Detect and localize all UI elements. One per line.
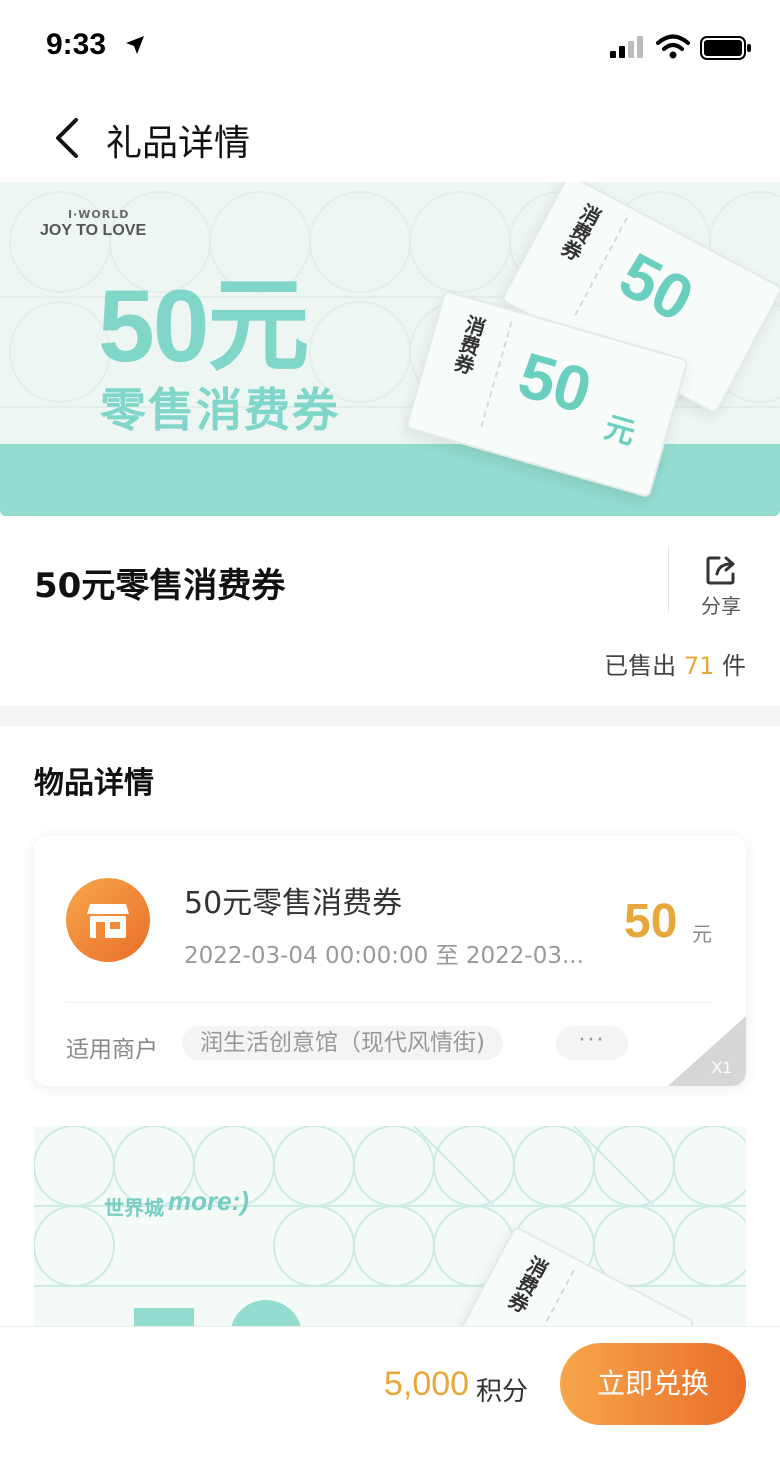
item-title: 50元零售消费券 — [184, 886, 403, 921]
section-divider — [0, 706, 780, 726]
sold-prefix: 已售出 — [604, 652, 677, 680]
ticket-amount: 50 — [510, 338, 600, 428]
points-unit: 积分 — [476, 1377, 529, 1407]
share-button[interactable]: 分享 — [668, 546, 780, 618]
banner-subtitle: 零售消费券 — [100, 383, 340, 437]
sold-number: 71 — [683, 652, 715, 680]
merchant-chip[interactable]: 润生活创意馆（现代风情街) — [182, 1026, 503, 1060]
detail-banner: 世界城 more:) 消费券 — [34, 1126, 746, 1326]
banner-strip — [0, 444, 780, 516]
page-title: 礼品详情 — [106, 123, 251, 164]
ticket-label: 消费券 — [555, 199, 605, 264]
quantity-badge: X1 — [711, 1058, 732, 1077]
item-value: 50 — [624, 895, 678, 948]
signal-icon — [610, 36, 646, 62]
status-time: 9:33 — [46, 28, 107, 61]
item-date-range: 2022-03-04 00:00:00 至 2022-03... — [184, 943, 584, 969]
hero-banner: I·WORLD JOY TO LOVE 50元 零售消费券 消费券 50 消费券… — [0, 182, 780, 516]
banner-amount: 50元 — [98, 269, 309, 383]
mall-logo-cn: 世界城 — [104, 1196, 164, 1220]
ticket-amount: 50 — [608, 238, 705, 336]
ticket-label: 消费券 — [448, 312, 489, 377]
sold-count: 已售出 71 件 — [604, 646, 746, 681]
status-bar: 9:33 — [0, 0, 780, 96]
merchant-label: 适用商户 — [66, 1037, 158, 1063]
wifi-icon — [656, 34, 690, 64]
ticket-label: 消费券 — [502, 1251, 552, 1316]
battery-icon — [700, 36, 752, 64]
sold-suffix: 件 — [722, 652, 746, 680]
item-value-unit: 元 — [692, 922, 712, 946]
bottom-action-bar: 5,000 积分 立即兑换 — [0, 1326, 780, 1471]
details-section-title: 物品详情 — [34, 766, 154, 801]
mall-logo-en: more:) — [168, 1186, 249, 1216]
nav-bar: 礼品详情 — [0, 96, 780, 182]
location-arrow-icon — [124, 34, 146, 60]
chevron-left-icon[interactable] — [50, 116, 86, 160]
more-merchants-button[interactable]: ··· — [556, 1026, 628, 1060]
points-value: 5,000 — [384, 1365, 470, 1403]
brand-tagline: I·WORLD — [68, 208, 130, 221]
ticket-unit: 元 — [600, 409, 639, 452]
share-label: 分享 — [701, 594, 741, 618]
card-divider — [66, 1002, 714, 1003]
share-icon — [705, 554, 739, 590]
store-icon — [66, 878, 150, 962]
item-card[interactable]: 50元零售消费券 2022-03-04 00:00:00 至 2022-03..… — [34, 836, 746, 1086]
redeem-button[interactable]: 立即兑换 — [560, 1343, 746, 1425]
brand-logo: JOY TO LOVE — [40, 222, 147, 239]
quantity-corner — [668, 1016, 746, 1086]
product-title: 50元零售消费券 — [34, 566, 286, 606]
